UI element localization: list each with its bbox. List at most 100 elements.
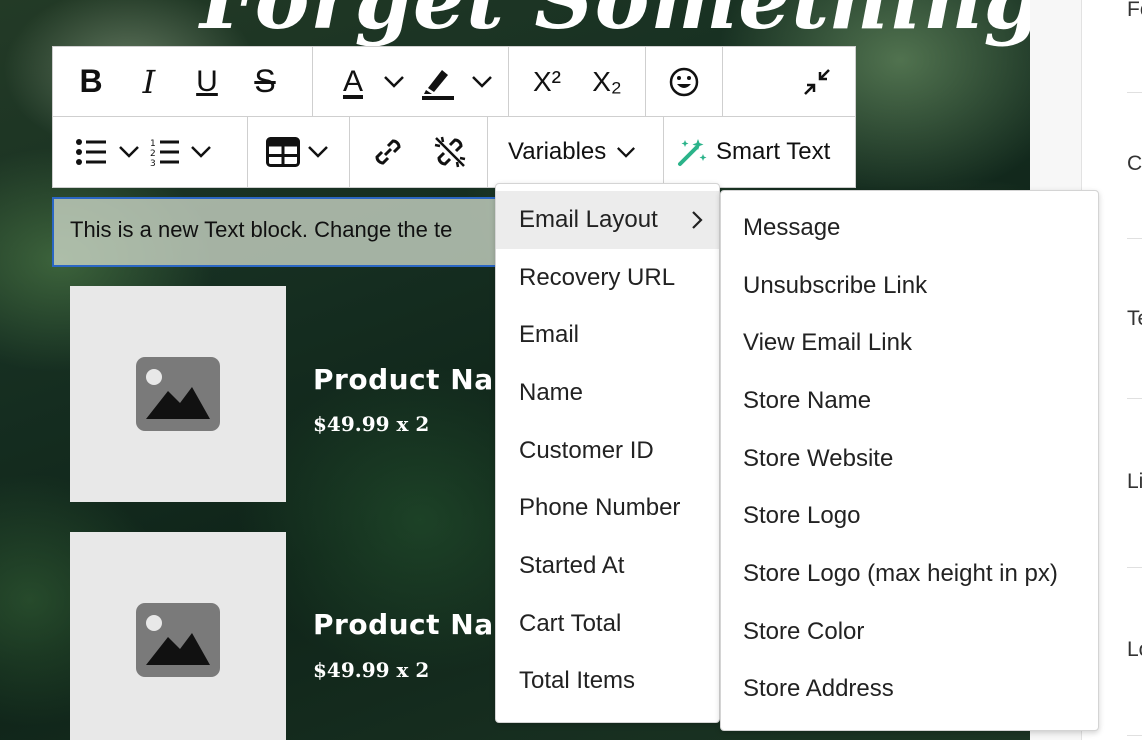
svg-text:3: 3	[150, 159, 156, 167]
link-button[interactable]	[368, 128, 408, 176]
text-block-content[interactable]: This is a new Text block. Change the te	[70, 217, 452, 242]
menu-item-label: Email Layout	[519, 205, 658, 233]
italic-button[interactable]: I	[125, 58, 173, 106]
chevron-down-icon	[384, 75, 404, 88]
submenu-item-store-color[interactable]: Store Color	[721, 603, 1098, 661]
submenu-item-store-address[interactable]: Store Address	[721, 661, 1098, 719]
chevron-down-icon	[191, 146, 211, 158]
font-color-dropdown[interactable]	[379, 58, 409, 106]
bullet-list-dropdown[interactable]	[115, 128, 143, 176]
toolbar-row-formatting: B I U S A X² X₂	[53, 47, 855, 117]
menu-item-label: View Email Link	[743, 329, 912, 357]
submenu-item-unsubscribe-link[interactable]: Unsubscribe Link	[721, 257, 1098, 315]
menu-item-customer-id[interactable]: Customer ID	[496, 422, 719, 480]
table-group	[248, 117, 350, 187]
collapse-toolbar-button[interactable]	[793, 58, 841, 106]
submenu-item-store-logo-max-height[interactable]: Store Logo (max height in px)	[721, 545, 1098, 603]
numbered-list-button[interactable]: 1 2 3	[147, 128, 183, 176]
submenu-item-store-name[interactable]: Store Name	[721, 372, 1098, 430]
menu-item-cart-total[interactable]: Cart Total	[496, 595, 719, 653]
italic-icon: I	[142, 62, 156, 101]
emoji-button[interactable]	[660, 58, 708, 106]
menu-item-email[interactable]: Email	[496, 306, 719, 364]
panel-divider	[1127, 238, 1142, 239]
panel-label: Li	[1127, 470, 1142, 493]
numbered-list-icon: 1 2 3	[150, 139, 179, 167]
menu-item-started-at[interactable]: Started At	[496, 537, 719, 595]
variables-dropdown-button[interactable]: Variables	[502, 128, 642, 176]
smart-text-button[interactable]: Smart Text	[670, 128, 836, 176]
emoji-group	[646, 47, 723, 116]
superscript-button[interactable]: X²	[525, 58, 569, 106]
underline-icon: U	[196, 64, 218, 98]
submenu-item-store-website[interactable]: Store Website	[721, 430, 1098, 488]
menu-item-email-layout[interactable]: Email Layout	[496, 191, 719, 249]
strikethrough-button[interactable]: S	[241, 58, 289, 106]
magic-wand-icon	[678, 139, 707, 166]
menu-item-name[interactable]: Name	[496, 364, 719, 422]
menu-item-recovery-url[interactable]: Recovery URL	[496, 249, 719, 307]
variables-menu: Email Layout Recovery URL Email Name Cus…	[495, 183, 720, 723]
font-color-button[interactable]: A	[331, 58, 375, 106]
highlight-dropdown[interactable]	[467, 58, 497, 106]
menu-item-label: Store Name	[743, 386, 872, 414]
image-placeholder-icon	[136, 603, 220, 677]
panel-divider	[1127, 735, 1142, 736]
toolbar-row-insert: 1 2 3 Variables Smart Text	[53, 117, 855, 187]
menu-item-label: Store Logo (max height in px)	[743, 559, 1058, 587]
bold-button[interactable]: B	[67, 58, 115, 106]
email-layout-submenu: Message Unsubscribe Link View Email Link…	[720, 190, 1099, 731]
submenu-item-store-logo[interactable]: Store Logo	[721, 487, 1098, 545]
menu-item-label: Store Color	[743, 617, 865, 645]
superscript-icon: X²	[533, 65, 561, 97]
collapse-icon	[804, 68, 830, 95]
subscript-icon: X₂	[592, 65, 622, 97]
panel-divider	[1127, 567, 1142, 568]
text-style-group: B I U S	[53, 47, 313, 116]
menu-item-label: Phone Number	[519, 494, 681, 522]
product-image-placeholder[interactable]	[70, 286, 286, 502]
email-headline[interactable]: Forget Something?	[200, 0, 1030, 48]
subscript-button[interactable]: X₂	[585, 58, 629, 106]
strikethrough-icon: S	[254, 63, 276, 99]
bullet-list-button[interactable]	[71, 128, 111, 176]
menu-item-label: Store Logo	[743, 502, 861, 530]
panel-divider	[1127, 398, 1142, 399]
collapse-group	[723, 47, 855, 116]
underline-button[interactable]: U	[183, 58, 231, 106]
panel-label: Lo	[1127, 638, 1142, 661]
menu-item-label: Store Address	[743, 675, 894, 703]
menu-item-label: Name	[519, 378, 584, 406]
product-image-placeholder[interactable]	[70, 532, 286, 740]
menu-item-label: Customer ID	[519, 436, 654, 464]
menu-item-label: Email	[519, 321, 580, 349]
bold-icon: B	[79, 63, 103, 99]
menu-item-label: Started At	[519, 551, 625, 579]
highlight-button[interactable]	[413, 58, 463, 106]
menu-item-phone-number[interactable]: Phone Number	[496, 479, 719, 537]
variables-label: Variables	[508, 138, 607, 165]
product-price: $49.99 x 2	[313, 412, 430, 436]
table-dropdown[interactable]	[304, 128, 332, 176]
bullet-list-icon	[76, 139, 106, 165]
smart-text-group: Smart Text	[664, 117, 853, 187]
link-group	[350, 117, 488, 187]
menu-item-label: Unsubscribe Link	[743, 271, 928, 299]
unlink-button[interactable]	[430, 128, 470, 176]
menu-item-total-items[interactable]: Total Items	[496, 653, 719, 711]
unlink-icon	[434, 136, 466, 168]
menu-item-label: Total Items	[519, 667, 636, 695]
menu-item-label: Store Website	[743, 444, 894, 472]
submenu-item-view-email-link[interactable]: View Email Link	[721, 314, 1098, 372]
svg-text:1: 1	[150, 139, 156, 149]
submenu-item-message[interactable]: Message	[721, 199, 1098, 257]
color-group: A	[313, 47, 509, 116]
numbered-list-dropdown[interactable]	[187, 128, 215, 176]
panel-label: Fo	[1127, 0, 1142, 21]
table-button[interactable]	[264, 128, 302, 176]
menu-item-label: Message	[743, 213, 841, 241]
rich-text-toolbar: B I U S A X² X₂ 1 2 3 Variables Smart Te…	[52, 46, 856, 188]
chevron-down-icon	[119, 146, 139, 158]
menu-item-label: Cart Total	[519, 609, 622, 637]
chevron-right-icon	[692, 211, 703, 229]
